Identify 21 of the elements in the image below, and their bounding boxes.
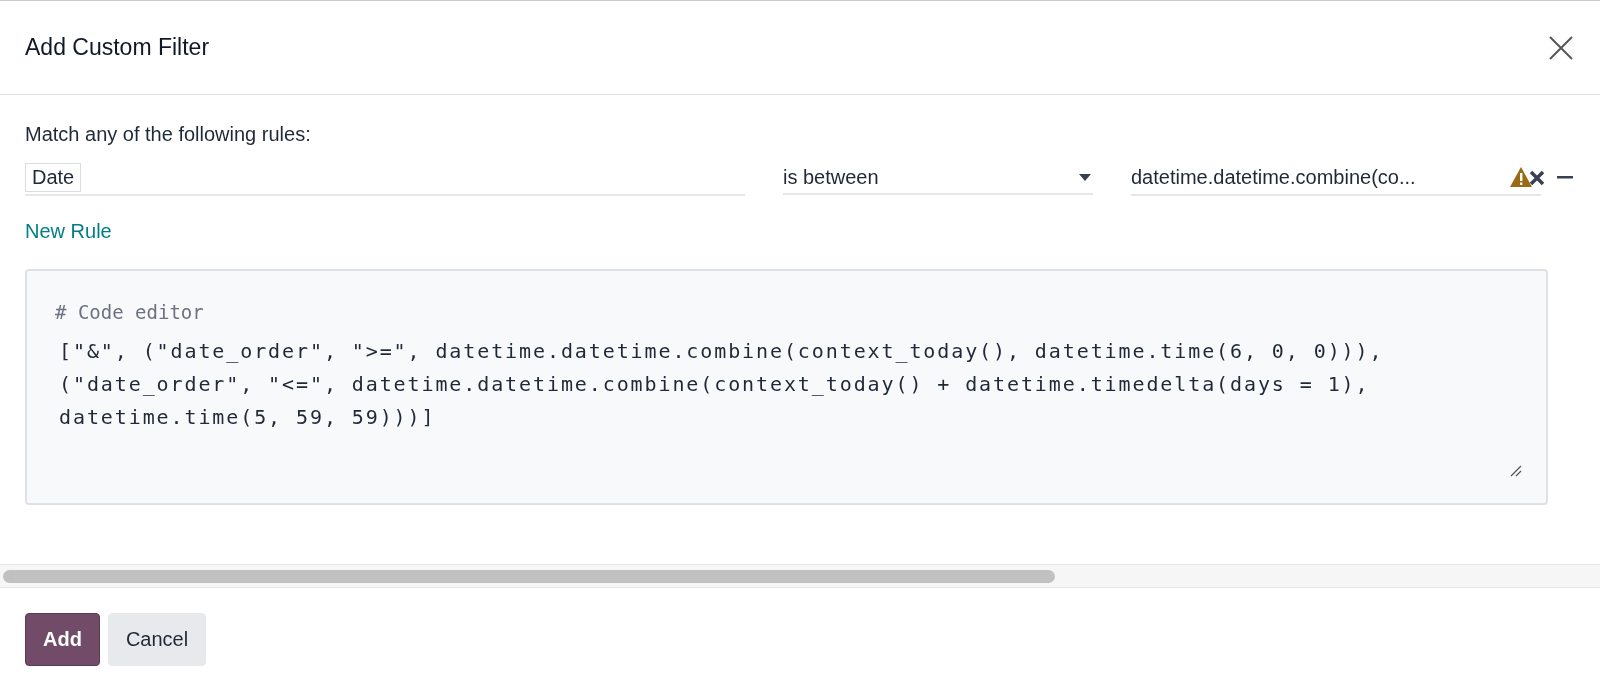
code-line: datetime.time(5, 59, 59)))]: [59, 404, 437, 431]
value-field[interactable]: datetime.datetime.combine(co...: [1131, 160, 1541, 196]
scrollbar[interactable]: [0, 564, 1600, 588]
operator-dropdown[interactable]: is between: [783, 161, 1093, 195]
dialog-title: Add Custom Filter: [25, 34, 210, 61]
warning-icon: [1509, 166, 1533, 188]
new-rule-link[interactable]: New Rule: [25, 220, 112, 243]
field-tag: Date: [25, 162, 82, 192]
delete-icon[interactable]: [1529, 170, 1545, 186]
cancel-button[interactable]: Cancel: [107, 613, 207, 666]
code-comment: # Code editor: [55, 301, 205, 323]
match-text: Match any of the following rules:: [25, 123, 312, 146]
resize-handle-icon[interactable]: [1510, 465, 1522, 477]
minus-icon[interactable]: [1557, 176, 1573, 180]
scrollbar-thumb[interactable]: [3, 569, 1055, 583]
add-button[interactable]: Add: [25, 613, 100, 666]
caret-icon: [1079, 173, 1091, 181]
field-selector[interactable]: Date: [25, 160, 745, 196]
code-line: ("date_order", "<=", datetime.datetime.combine(context_today() + datetime.timedelta(days = 1),: [59, 371, 1371, 398]
code-line: ["&", ("date_order", ">=", datetime.datetime.combine(context_today(), datetime.time(6, 0, 0))),: [59, 338, 1385, 365]
code-editor[interactable]: [25, 269, 1548, 505]
